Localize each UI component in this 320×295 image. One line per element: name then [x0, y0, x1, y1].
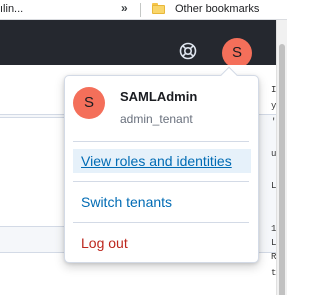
- app-header: S: [0, 20, 276, 68]
- divider: [73, 222, 249, 223]
- help-icon[interactable]: [178, 41, 198, 61]
- other-bookmarks-label[interactable]: Other bookmarks: [175, 3, 259, 15]
- scrollbar-thumb[interactable]: [279, 44, 285, 295]
- user-menu-popover: S SAMLAdmin admin_tenant View roles and …: [64, 66, 259, 263]
- folder-icon: [152, 3, 165, 14]
- log-out-button[interactable]: Log out: [73, 231, 251, 255]
- bookmarks-separator: [140, 3, 141, 17]
- bookmarks-overflow-button[interactable]: »: [121, 1, 128, 15]
- view-roles-link[interactable]: View roles and identities: [73, 149, 251, 173]
- page-scrollbar[interactable]: [276, 20, 287, 295]
- user-avatar-button[interactable]: S: [222, 38, 252, 68]
- tenant-label: admin_tenant: [120, 112, 193, 126]
- bookmarks-bar: ılin... » Other bookmarks: [0, 0, 287, 20]
- content-panel: [0, 117, 70, 227]
- username-label: SAMLAdmin: [120, 89, 198, 104]
- divider: [73, 181, 249, 182]
- divider: [73, 141, 249, 142]
- switch-tenants-link[interactable]: Switch tenants: [73, 190, 251, 214]
- avatar: S: [73, 87, 105, 119]
- browser-page: ılin... » Other bookmarks S I y ' us L 1…: [0, 0, 287, 295]
- bookmark-truncated[interactable]: ılin...: [0, 3, 23, 15]
